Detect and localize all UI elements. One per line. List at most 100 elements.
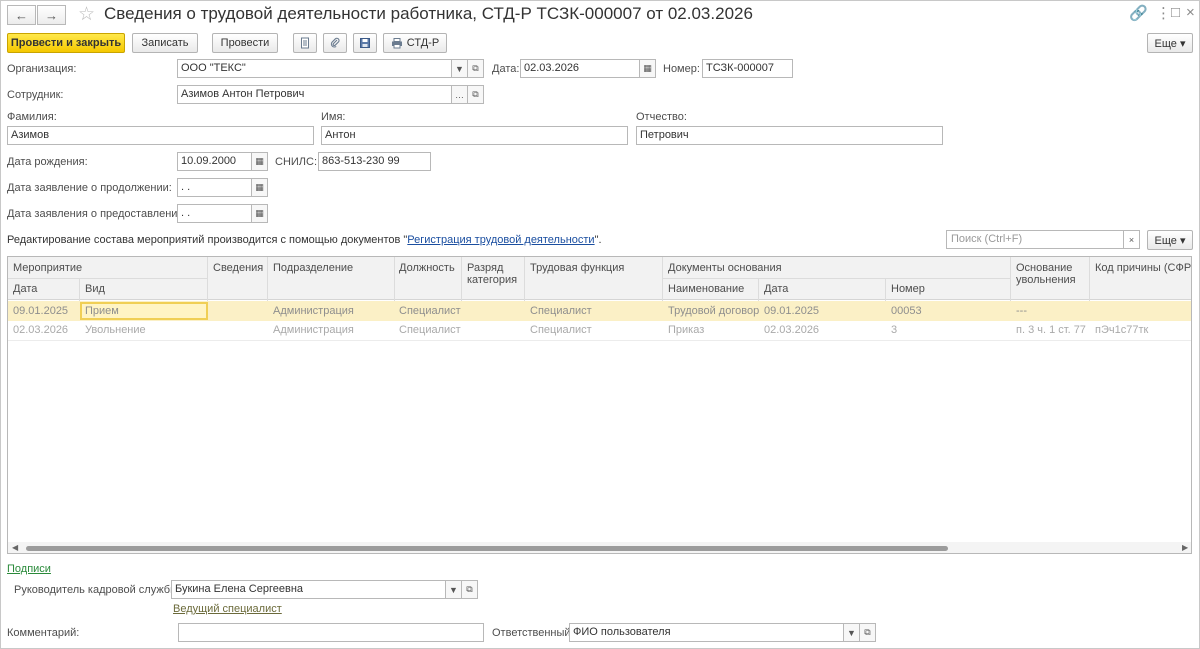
search-input[interactable]: Поиск (Ctrl+F) xyxy=(946,230,1125,249)
col-doc-date[interactable]: Дата xyxy=(764,283,788,295)
employee-open-button[interactable]: ⧉ xyxy=(467,85,484,104)
print-stdr-button[interactable]: СТД-Р xyxy=(383,33,447,53)
printer-icon xyxy=(391,38,402,49)
row1-position: Специалист xyxy=(399,305,461,317)
paperclip-icon xyxy=(330,37,340,48)
chevron-down-icon: ▼ xyxy=(455,63,464,74)
birth-date-calendar-button[interactable]: ▦ xyxy=(251,152,268,171)
surname-label: Фамилия: xyxy=(7,111,57,123)
row2-position: Специалист xyxy=(399,324,461,336)
employee-field[interactable]: Азимов Антон Петрович xyxy=(177,85,453,104)
hr-head-field[interactable]: Букина Елена Сергеевна xyxy=(171,580,446,599)
save-button[interactable]: Записать xyxy=(132,33,198,53)
col-date[interactable]: Дата xyxy=(13,283,37,295)
hr-head-position-link[interactable]: Ведущий специалист xyxy=(173,603,282,615)
comment-field[interactable] xyxy=(178,623,484,642)
open-link-icon: ⧉ xyxy=(472,89,479,99)
provide-date-calendar-button[interactable]: ▦ xyxy=(251,204,268,223)
info-suffix: ". xyxy=(594,234,602,246)
calendar-icon: ▦ xyxy=(255,182,264,192)
close-icon[interactable]: × xyxy=(1186,4,1195,21)
col-function[interactable]: Трудовая функция xyxy=(530,262,624,274)
forward-button[interactable]: → xyxy=(37,5,66,25)
comment-label: Комментарий: xyxy=(7,627,80,639)
col-info[interactable]: Сведения xyxy=(213,262,263,274)
search-clear-button[interactable]: × xyxy=(1123,230,1140,249)
row1-doc-date: 09.01.2025 xyxy=(764,305,820,317)
responsible-open-button[interactable]: ⧉ xyxy=(859,623,876,642)
window-title: Сведения о трудовой деятельности работни… xyxy=(104,4,753,23)
signatures-link[interactable]: Подписи xyxy=(7,563,51,575)
hr-head-open-button[interactable]: ⧉ xyxy=(461,580,478,599)
col-division[interactable]: Подразделение xyxy=(273,262,353,274)
post-button[interactable]: Провести xyxy=(212,33,278,53)
info-text: Редактирование состава мероприятий произ… xyxy=(7,234,602,246)
date-field[interactable]: 02.03.2026 xyxy=(520,59,640,78)
col-dismissal[interactable]: Основание увольнения xyxy=(1016,262,1086,286)
patronymic-field[interactable]: Петрович xyxy=(636,126,943,145)
row1-dismissal: --- xyxy=(1016,305,1027,317)
name-field[interactable]: Антон xyxy=(321,126,628,145)
organization-dropdown-button[interactable]: ▼ xyxy=(451,59,468,78)
responsible-field[interactable]: ФИО пользователя xyxy=(569,623,845,642)
col-docs[interactable]: Документы основания xyxy=(668,262,782,274)
provide-date-field[interactable]: . . xyxy=(177,204,252,223)
row2-doc-date: 02.03.2026 xyxy=(764,324,820,336)
attachments-button[interactable] xyxy=(323,33,347,53)
scroll-right-icon[interactable]: ▶ xyxy=(1182,543,1188,552)
scroll-left-icon[interactable]: ◀ xyxy=(12,543,18,552)
link-icon[interactable]: 🔗 xyxy=(1129,4,1148,22)
hr-head-label: Руководитель кадровой службы: xyxy=(14,584,182,596)
ellipsis-icon: … xyxy=(455,89,464,100)
row1-kind: Прием xyxy=(85,305,119,317)
snils-field[interactable]: 863-513-230 99 xyxy=(318,152,431,171)
registration-docs-link[interactable]: Регистрация трудовой деятельности xyxy=(407,234,594,246)
col-event[interactable]: Мероприятие xyxy=(13,262,82,274)
col-doc-name[interactable]: Наименование xyxy=(668,283,744,295)
surname-field[interactable]: Азимов xyxy=(7,126,314,145)
col-kind[interactable]: Вид xyxy=(85,283,105,295)
continue-date-calendar-button[interactable]: ▦ xyxy=(251,178,268,197)
floppy-disk-icon xyxy=(360,38,370,48)
calendar-icon: ▦ xyxy=(255,156,264,166)
back-button[interactable]: ← xyxy=(7,5,36,25)
organization-open-button[interactable]: ⧉ xyxy=(467,59,484,78)
continue-date-label: Дата заявление о продолжении: xyxy=(7,182,172,194)
maximize-icon[interactable]: □ xyxy=(1171,4,1180,21)
document-list-button[interactable] xyxy=(293,33,317,53)
hr-head-dropdown-button[interactable]: ▼ xyxy=(445,580,462,599)
row1-doc-name: Трудовой договор xyxy=(668,305,760,317)
row2-reason-code: пЭч1с77тк xyxy=(1095,324,1149,336)
document-icon xyxy=(301,37,309,49)
calendar-icon: ▦ xyxy=(255,208,264,218)
chevron-down-icon: ▼ xyxy=(847,627,856,638)
birth-date-field[interactable]: 10.09.2000 xyxy=(177,152,252,171)
row2-date: 02.03.2026 xyxy=(13,324,69,336)
responsible-dropdown-button[interactable]: ▼ xyxy=(843,623,860,642)
table-row[interactable] xyxy=(8,321,1191,341)
number-label: Номер: xyxy=(663,63,700,75)
continue-date-field[interactable]: . . xyxy=(177,178,252,197)
row2-kind: Увольнение xyxy=(85,324,146,336)
table-more-button[interactable]: Еще ▾ xyxy=(1147,230,1193,250)
post-and-close-button[interactable]: Провести и закрыть xyxy=(7,33,125,53)
scrollbar-thumb[interactable] xyxy=(26,546,948,551)
favorite-star-icon[interactable]: ☆ xyxy=(78,3,95,26)
save-disk-button[interactable] xyxy=(353,33,377,53)
organization-field[interactable]: ООО "ТЕКС" xyxy=(177,59,452,78)
open-link-icon: ⧉ xyxy=(864,627,871,637)
row2-division: Администрация xyxy=(273,324,354,336)
row2-function: Специалист xyxy=(530,324,592,336)
row2-doc-name: Приказ xyxy=(668,324,705,336)
birth-date-label: Дата рождения: xyxy=(7,156,88,168)
more-menu-icon[interactable]: ⋮ xyxy=(1156,4,1171,22)
open-link-icon: ⧉ xyxy=(466,584,473,594)
more-actions-button[interactable]: Еще ▾ xyxy=(1147,33,1193,53)
number-field[interactable]: ТСЗК-000007 xyxy=(702,59,793,78)
date-calendar-button[interactable]: ▦ xyxy=(639,59,656,78)
col-reason-code[interactable]: Код причины (СФР) xyxy=(1095,262,1191,274)
employee-select-button[interactable]: … xyxy=(451,85,468,104)
col-grade[interactable]: Разряд категория xyxy=(467,262,517,286)
col-position[interactable]: Должность xyxy=(399,262,455,274)
col-doc-number[interactable]: Номер xyxy=(891,283,925,295)
